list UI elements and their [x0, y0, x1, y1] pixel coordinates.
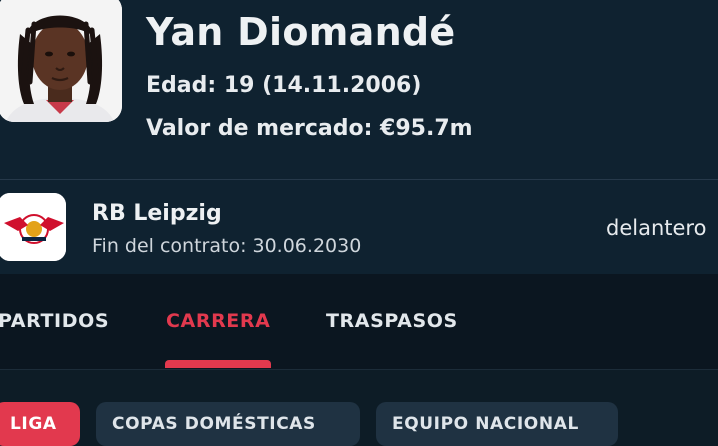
rb-leipzig-crest-icon [0, 193, 66, 261]
tab-partidos[interactable]: PARTIDOS [0, 310, 109, 332]
player-name: Yan Diomandé [146, 10, 456, 54]
player-age: Edad: 19 (14.11.2006) [146, 73, 422, 98]
active-tab-indicator [165, 360, 271, 368]
chip-copas-domesticas[interactable]: COPAS DOMÉSTICAS [96, 402, 360, 446]
club-name: RB Leipzig [92, 201, 222, 226]
tab-carrera[interactable]: CARRERA [166, 310, 270, 332]
player-position: delantero [606, 216, 707, 240]
contract-end: Fin del contrato: 30.06.2030 [92, 235, 362, 257]
chip-liga[interactable]: LIGA [0, 402, 80, 446]
tabs-divider [0, 369, 718, 370]
chip-equipo-nacional[interactable]: EQUIPO NACIONAL [376, 402, 618, 446]
player-photo [0, 0, 122, 122]
tab-bar: PARTIDOS CARRERA TRASPASOS [0, 274, 718, 370]
market-value: Valor de mercado: €95.7m [146, 116, 473, 141]
player-header: Yan Diomandé Edad: 19 (14.11.2006) Valor… [0, 0, 718, 180]
tab-traspasos[interactable]: TRASPASOS [326, 310, 458, 332]
club-row[interactable]: RB Leipzig Fin del contrato: 30.06.2030 … [0, 180, 718, 274]
